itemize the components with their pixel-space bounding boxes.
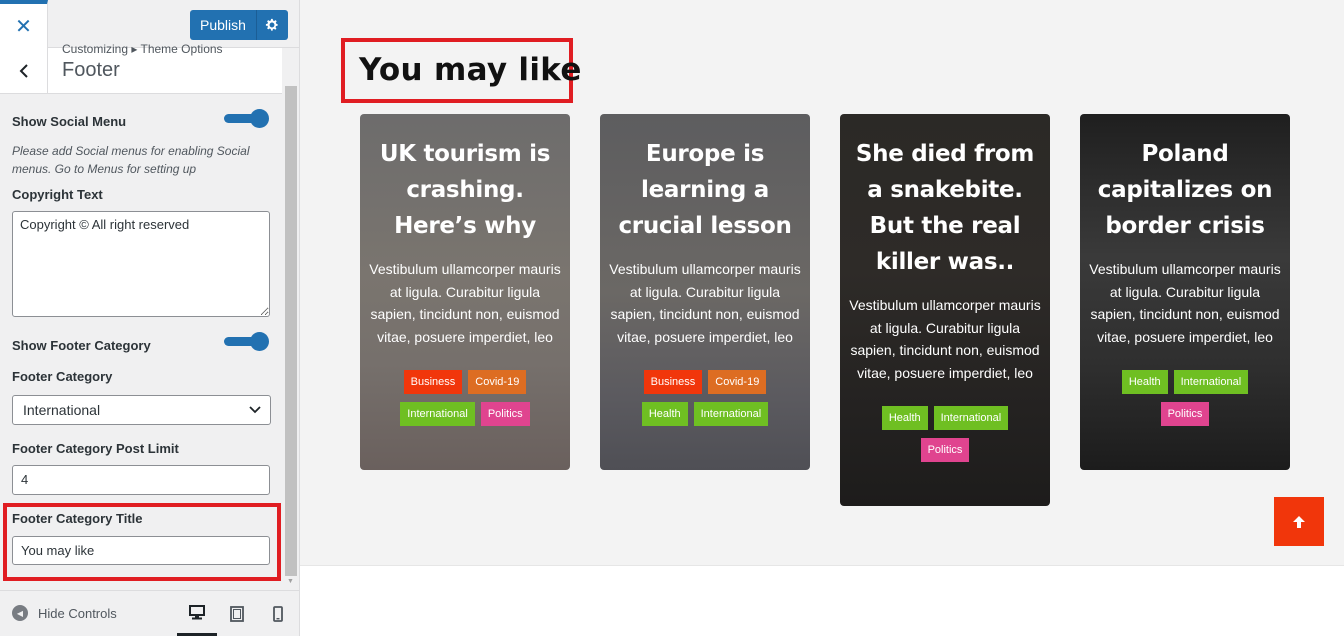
arrow-up-icon: [1293, 515, 1305, 528]
post-title[interactable]: Europe is learning a crucial lesson: [600, 136, 810, 244]
category-tag[interactable]: Health: [881, 406, 928, 430]
post-title[interactable]: Poland capitalizes on border crisis: [1080, 136, 1290, 244]
customizer-footer: ◀ Hide Controls: [0, 590, 299, 636]
preview-footer-space: [300, 566, 1344, 636]
hide-controls-label: Hide Controls: [38, 605, 117, 621]
tag-list: Health International Politics: [840, 406, 1050, 462]
category-tag[interactable]: Politics: [1160, 402, 1210, 426]
publish-button[interactable]: Publish: [190, 10, 256, 40]
category-tag[interactable]: Politics: [920, 438, 970, 462]
category-tag[interactable]: International: [693, 402, 769, 426]
post-excerpt: Vestibulum ullamcorper mauris at ligula.…: [849, 297, 1041, 381]
post-card[interactable]: Europe is learning a crucial lesson Vest…: [600, 114, 810, 470]
hide-controls-button[interactable]: ◀ Hide Controls: [12, 605, 117, 621]
post-card[interactable]: Poland capitalizes on border crisis Vest…: [1080, 114, 1290, 470]
social-menu-description: Please add Social menus for enabling Soc…: [12, 144, 250, 176]
close-icon[interactable]: ✕: [0, 0, 48, 48]
back-button[interactable]: [0, 48, 48, 94]
scroll-to-top-button[interactable]: [1274, 497, 1324, 546]
section-header: Customizing ▸ Theme Options Footer: [0, 42, 282, 94]
scrollbar-thumb[interactable]: [285, 86, 297, 576]
category-tag[interactable]: Covid-19: [708, 370, 767, 394]
desktop-icon: [189, 604, 205, 619]
category-tag[interactable]: International: [933, 406, 1009, 430]
category-tag[interactable]: Health: [641, 402, 688, 426]
post-limit-label: Footer Category Post Limit: [12, 441, 179, 456]
panel-title: Footer: [62, 59, 120, 81]
toggle-knob: [250, 109, 269, 128]
social-menu-label: Show Social Menu: [12, 114, 127, 129]
tag-list: Business Covid-19 Health International: [600, 370, 810, 426]
customizer-header: ✕ Publish: [0, 0, 299, 48]
footer-category-select[interactable]: International: [12, 395, 271, 425]
gear-icon[interactable]: [255, 10, 288, 40]
mobile-preview-button[interactable]: [258, 591, 298, 636]
post-title[interactable]: UK tourism is crashing. Here’s why: [360, 136, 570, 244]
category-tag[interactable]: Business: [643, 370, 703, 394]
copyright-label: Copyright Text: [12, 187, 103, 202]
post-excerpt: Vestibulum ullamcorper mauris at ligula.…: [609, 261, 801, 345]
collapse-icon: ◀: [12, 605, 28, 621]
tablet-preview-button[interactable]: [217, 591, 257, 636]
category-title-input[interactable]: You may like: [12, 536, 270, 565]
tablet-icon: [230, 606, 244, 622]
post-card[interactable]: She died from a snakebite. But the real …: [840, 114, 1050, 506]
footer-category-label: Footer Category: [12, 369, 113, 384]
post-card[interactable]: UK tourism is crashing. Here’s why Vesti…: [360, 114, 570, 470]
post-excerpt: Vestibulum ullamcorper mauris at ligula.…: [1089, 261, 1281, 345]
select-value: International: [23, 402, 101, 418]
tag-list: Health International Politics: [1080, 370, 1290, 426]
post-limit-input[interactable]: 4: [12, 465, 270, 495]
category-tag[interactable]: Covid-19: [468, 370, 527, 394]
customizer-sidebar: ✕ Publish Customizing ▸ Theme Options Fo…: [0, 0, 300, 636]
footer-category-toggle[interactable]: [224, 332, 270, 351]
desktop-preview-button[interactable]: [177, 591, 217, 636]
publish-group: Publish: [190, 10, 288, 40]
social-menu-toggle[interactable]: [224, 109, 270, 128]
chevron-down-icon: [248, 398, 262, 431]
toggle-knob: [250, 332, 269, 351]
chevron-left-icon: [19, 64, 28, 78]
category-tag[interactable]: International: [1173, 370, 1249, 394]
category-tag[interactable]: International: [400, 402, 475, 426]
post-excerpt: Vestibulum ullamcorper mauris at ligula.…: [369, 261, 561, 345]
category-title-label: Footer Category Title: [12, 511, 143, 526]
copyright-textarea[interactable]: [12, 211, 270, 317]
footer-category-toggle-label: Show Footer Category: [12, 338, 151, 353]
post-title[interactable]: She died from a snakebite. But the real …: [840, 136, 1050, 280]
category-tag[interactable]: Health: [1121, 370, 1168, 394]
tag-list: Business Covid-19 International Politics: [360, 370, 570, 426]
mobile-icon: [273, 606, 283, 622]
breadcrumb: Customizing ▸ Theme Options: [62, 42, 223, 56]
scroll-down-icon[interactable]: ▼: [287, 578, 294, 585]
category-tag[interactable]: Politics: [480, 402, 530, 426]
category-tag[interactable]: Business: [403, 370, 463, 394]
section-title: You may like: [359, 52, 582, 88]
